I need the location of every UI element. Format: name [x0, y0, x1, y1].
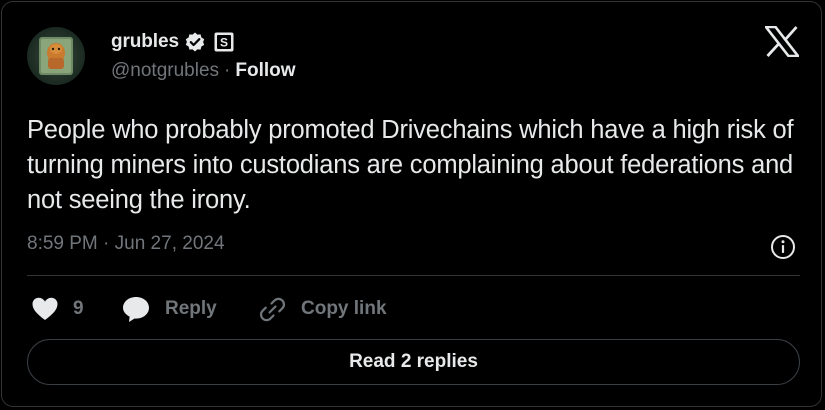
reply-label: Reply	[165, 298, 217, 319]
verified-badge-icon	[184, 31, 206, 53]
author-handle-row: @notgrubles · Follow	[111, 59, 296, 83]
svg-text:S: S	[220, 36, 228, 50]
avatar-image	[39, 37, 73, 75]
avatar[interactable]	[27, 27, 85, 85]
read-replies-button[interactable]: Read 2 replies	[27, 339, 800, 385]
like-count: 9	[73, 298, 84, 319]
author-handle[interactable]: @notgrubles	[111, 60, 219, 82]
divider	[27, 275, 800, 276]
x-logo-icon[interactable]	[763, 25, 801, 58]
follow-link[interactable]: Follow	[235, 60, 295, 82]
author-name-row: grubles S	[111, 30, 234, 54]
reply-button[interactable]: Reply	[121, 294, 217, 324]
link-icon	[259, 297, 286, 322]
copy-link-button[interactable]: Copy link	[257, 294, 387, 324]
speech-bubble-icon	[123, 297, 149, 322]
author-display-name[interactable]: grubles	[111, 31, 179, 53]
tweet-card: grubles S @notgrubles · Follow People wh…	[1, 1, 822, 407]
like-button[interactable]: 9	[31, 294, 84, 324]
heart-icon	[32, 297, 58, 320]
copy-link-label: Copy link	[301, 298, 387, 319]
separator-dot: ·	[224, 60, 231, 81]
tweet-timestamp[interactable]: 8:59 PM · Jun 27, 2024	[27, 233, 225, 255]
info-icon[interactable]	[769, 233, 797, 261]
read-replies-label: Read 2 replies	[349, 351, 478, 372]
tweet-text: People who probably promoted Drivechains…	[27, 116, 794, 214]
affiliate-badge-icon[interactable]: S	[214, 32, 234, 52]
